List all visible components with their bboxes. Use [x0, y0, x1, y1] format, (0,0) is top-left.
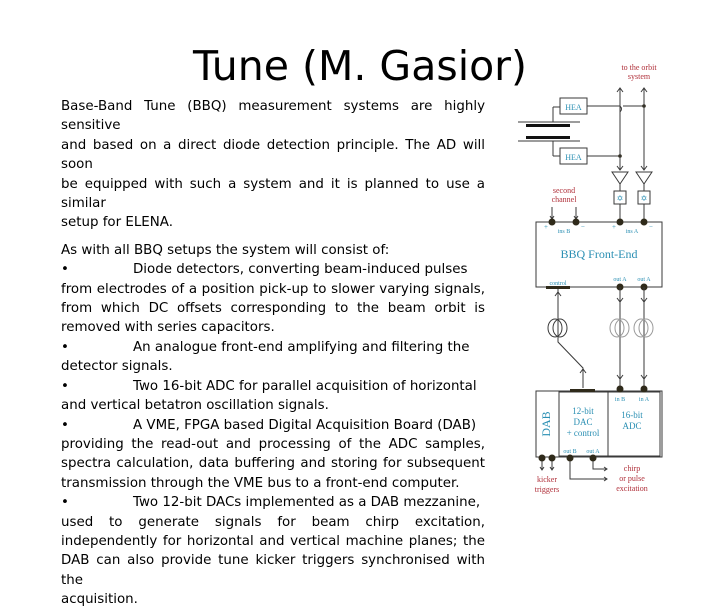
- bullet-continuation: removed with series capacitors.: [61, 320, 275, 336]
- connector-node: [572, 218, 580, 226]
- dab-label: DAB: [539, 411, 553, 436]
- second-channel-label-1: second: [553, 186, 575, 195]
- intro-paragraph: Base-Band Tune (BBQ) measurement systems…: [61, 97, 485, 233]
- connector-node: [640, 218, 648, 226]
- amplifier-icon: [611, 171, 629, 185]
- arrow-down-icon: [573, 207, 579, 220]
- adc-label-1: 16-bit: [621, 410, 643, 420]
- chirp-label-1: chirp: [624, 464, 640, 473]
- bullet-symbol: •: [61, 378, 69, 394]
- arrow-right-icon: [592, 461, 608, 472]
- bullet-continuation: spectra calculation, data buffering and …: [61, 456, 485, 472]
- electrode-top: [526, 124, 570, 127]
- bullet-text: Two 12-bit DACs implemented as a DAB mez…: [133, 495, 481, 511]
- plus-label: +: [544, 223, 548, 231]
- kicker-label-2: triggers: [535, 485, 559, 494]
- dac-label-1: 12-bit: [572, 406, 594, 416]
- bullet-continuation: detector signals.: [61, 359, 173, 375]
- bullet-item-5: • Two 12-bit DACs implemented as a DAB me…: [61, 493, 485, 512]
- intro-line: setup for ELENA.: [61, 215, 173, 231]
- connector-node: [538, 454, 546, 462]
- arrow-down-icon: [549, 207, 555, 220]
- bullet-item-3: • Two 16-bit ADC for parallel acquisition…: [61, 377, 485, 396]
- adc-label-2: ADC: [622, 421, 641, 431]
- list-paragraph: As with all BBQ setups the system will c…: [61, 241, 485, 610]
- diode-detector-icon: ✡: [641, 194, 648, 203]
- chirp-label-3: excitation: [616, 484, 648, 493]
- connector-node: [589, 454, 597, 462]
- bullet-continuation: acquisition.: [61, 592, 138, 608]
- minus-label: −: [581, 223, 585, 231]
- bullet-item-1: • Diode detectors, converting beam-induce…: [61, 260, 485, 279]
- electrode-bottom: [526, 136, 570, 139]
- in-b-label: in B: [615, 397, 625, 403]
- connector-node: [640, 385, 648, 393]
- dac-label-3: + control: [567, 428, 600, 438]
- connector-node: [566, 454, 574, 462]
- control-connector: [546, 286, 570, 289]
- chirp-label-2: or pulse: [619, 474, 645, 483]
- ins-b-label: ins B: [558, 229, 571, 235]
- bullet-continuation: transmission through the VME bus to a fr…: [61, 475, 460, 491]
- minus-label: −: [649, 223, 653, 231]
- bullet-item-2: • An analogue front-end amplifying and fi…: [61, 338, 485, 357]
- connector-node: [616, 385, 624, 393]
- bullet-continuation: independently for horizontal and vertica…: [61, 533, 485, 549]
- body-text: Base-Band Tune (BBQ) measurement systems…: [61, 97, 485, 610]
- frontend-label: BBQ Front-End: [560, 247, 637, 261]
- bullet-continuation: DAB can also provide tune kicker trigger…: [61, 553, 485, 588]
- out-a-label: out A: [613, 277, 627, 283]
- bullet-item-4: • A VME, FPGA based Digital Acquisition B…: [61, 416, 485, 435]
- intro-line: Base-Band Tune (BBQ) measurement systems…: [61, 99, 485, 134]
- bullet-text: An analogue front-end amplifying and fil…: [133, 339, 470, 355]
- bullet-continuation: providing the read-out and processing of…: [61, 436, 485, 452]
- second-channel-label-2: channel: [552, 195, 578, 204]
- arrow-down-icon: [549, 461, 555, 471]
- bullet-text: Two 16-bit ADC for parallel acquisition …: [133, 378, 477, 394]
- bullet-symbol: •: [61, 495, 69, 511]
- connector-node: [548, 454, 556, 462]
- in-a-label: in A: [639, 397, 650, 403]
- hea-top-label: HEA: [565, 103, 582, 112]
- intro-line: be equipped with such a system and it is…: [61, 176, 485, 212]
- bullet-text: Diode detectors, converting beam-induced…: [133, 262, 468, 278]
- dac-label-2: DAC: [573, 417, 592, 427]
- bullet-continuation: from electrodes of a position pick-up to…: [61, 281, 485, 297]
- orbit-label-2: system: [628, 72, 651, 81]
- intro-line: and based on a direct diode detection pr…: [61, 137, 485, 173]
- control-cable: [557, 289, 584, 388]
- kicker-label-1: kicker: [537, 475, 557, 484]
- plus-label: +: [612, 223, 616, 231]
- bullet-symbol: •: [61, 417, 69, 433]
- out-b-label: out B: [563, 449, 576, 455]
- bullet-continuation: and vertical betatron oscillation signal…: [61, 398, 329, 414]
- bullet-text: A VME, FPGA based Digital Acquisition Bo…: [133, 417, 477, 433]
- connector-node: [548, 218, 556, 226]
- bbq-block-diagram: to the orbit system HEA HEA ✡ ✡ second c…: [518, 63, 663, 494]
- hea-bottom-label: HEA: [565, 153, 582, 162]
- amplifier-icon: [635, 171, 653, 185]
- control-connector: [570, 389, 595, 392]
- arrow-right-icon: [569, 461, 608, 482]
- arrow-down-icon: [539, 461, 545, 471]
- out-a-label: out A: [637, 277, 651, 283]
- bullet-continuation: used to generate signals for beam chirp …: [61, 514, 485, 530]
- bullet-continuation: from which DC offsets corresponding to t…: [61, 301, 485, 317]
- orbit-label-1: to the orbit: [621, 63, 657, 72]
- bullet-symbol: •: [61, 262, 69, 278]
- bullet-symbol: •: [61, 339, 69, 355]
- ins-a-label: ins A: [626, 229, 639, 235]
- list-intro: As with all BBQ setups the system will c…: [61, 242, 390, 258]
- slide-title-text: Tune (M. Gasior): [192, 42, 528, 90]
- connector-node: [616, 218, 624, 226]
- diode-detector-icon: ✡: [617, 194, 624, 203]
- out-a-label: out A: [586, 449, 600, 455]
